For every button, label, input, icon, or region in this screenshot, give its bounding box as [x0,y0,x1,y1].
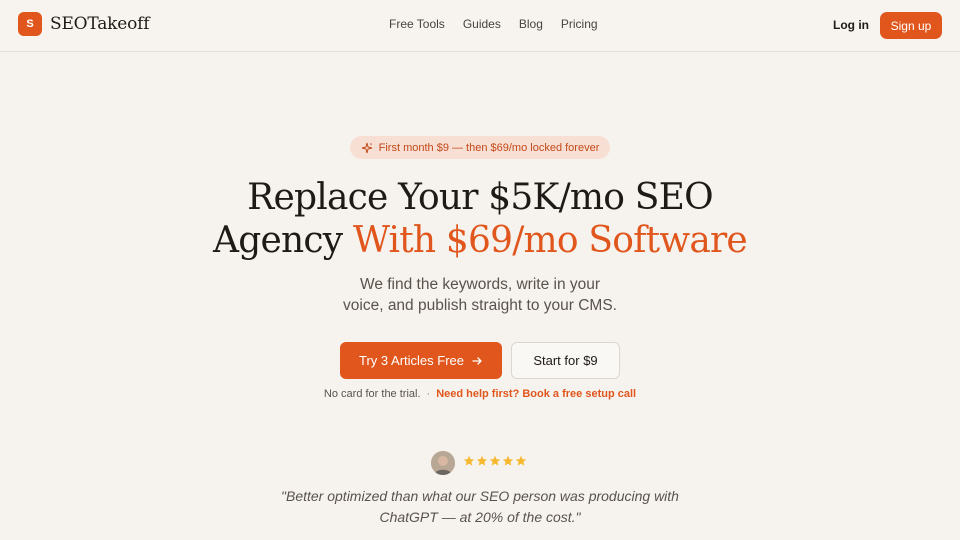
logo-mark: S [18,12,42,36]
main-nav: Free Tools Guides Blog Pricing [389,17,616,31]
login-link[interactable]: Log in [833,18,869,32]
star-icon [463,455,475,466]
promo-badge: First month $9 — then $69/mo locked fore… [350,136,610,159]
trial-row: No card for the trial. · Need help first? … [0,388,960,400]
rating-stars [463,455,528,467]
nav-free-tools[interactable]: Free Tools [389,17,445,31]
quote-line-1: "Better optimized than what our SEO pers… [281,488,679,504]
try-free-button[interactable]: Try 3 Articles Free [340,342,502,379]
subtitle-line-1: We find the keywords, write in your [359,276,601,293]
headline-accent: With $69/mo Software [352,220,748,261]
quote-line-2: ChatGPT — at 20% of the cost." [379,509,581,525]
headline-line-2: Agency With $69/mo Software [0,219,960,262]
setup-call-link[interactable]: Need help first? Book a free setup call [436,388,636,400]
separator-dot: · [426,388,431,400]
logo[interactable]: S SEOTakeoff [18,12,150,36]
subtitle-line-2: voice, and publish straight to your CMS. [343,297,617,314]
hero-headline: Replace Your $5K/mo SEO Agency With $69/… [0,176,960,262]
sparkle-icon [361,142,372,153]
promo-badge-text: First month $9 — then $69/mo locked fore… [378,141,600,154]
arrow-right-icon [472,356,482,365]
nav-pricing[interactable]: Pricing [561,17,598,31]
nav-blog[interactable]: Blog [519,17,543,31]
start-paid-button[interactable]: Start for $9 [511,342,620,379]
hero-subtitle: We find the keywords, write in your voic… [0,274,960,316]
star-icon [502,455,514,466]
try-free-label: Try 3 Articles Free [359,353,464,368]
signup-button[interactable]: Sign up [880,12,942,39]
star-icon [515,455,527,466]
avatar [431,451,455,475]
brand-name: SEOTakeoff [50,14,150,34]
star-icon [476,455,488,466]
headline-plain: Agency [213,220,343,261]
star-icon [489,455,501,466]
headline-line-1: Replace Your $5K/mo SEO [247,177,713,218]
testimonial-quote: "Better optimized than what our SEO pers… [0,486,960,528]
site-header: S SEOTakeoff Free Tools Guides Blog Pric… [0,0,960,52]
trial-note: No card for the trial. [323,388,421,400]
nav-guides[interactable]: Guides [463,17,501,31]
